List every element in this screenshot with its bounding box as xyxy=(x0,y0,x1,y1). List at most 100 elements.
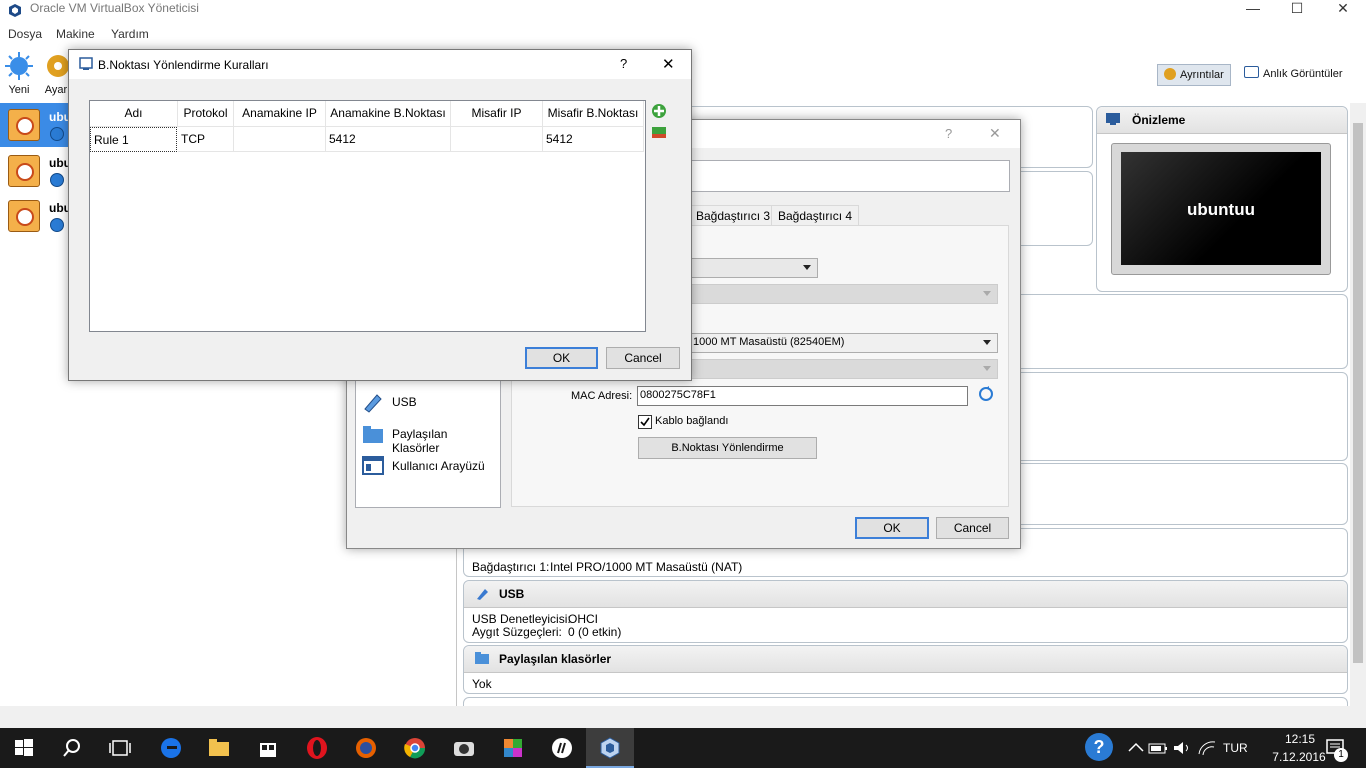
new-vm-button[interactable]: Yeni xyxy=(3,51,35,96)
attached-to-select[interactable] xyxy=(690,258,818,278)
search-icon[interactable] xyxy=(60,736,84,760)
new-label: Yeni xyxy=(8,84,30,96)
help-tray-icon[interactable]: ? xyxy=(1084,732,1114,762)
table-cell[interactable]: 5412 xyxy=(326,127,451,152)
snapshots-tool-button[interactable]: Anlık Görüntüler xyxy=(1238,64,1348,84)
minimize-button[interactable]: — xyxy=(1230,0,1276,22)
usb-filters-value: 0 (0 etkin) xyxy=(568,625,622,639)
hp-icon[interactable] xyxy=(550,736,574,760)
sidebar-label: Kullanıcı Arayüzü xyxy=(392,459,485,473)
shared-value: Yok xyxy=(472,677,492,691)
column-header[interactable]: Adı xyxy=(90,101,178,127)
menu-machine[interactable]: Makine xyxy=(56,27,95,41)
notification-badge: 1 xyxy=(1334,748,1348,762)
wifi-icon[interactable] xyxy=(1195,736,1219,760)
add-rule-icon[interactable] xyxy=(650,102,668,120)
power-state-icon xyxy=(50,218,64,232)
port-forwarding-button[interactable]: B.Noktası Yönlendirme xyxy=(638,437,817,459)
windows-start-icon[interactable] xyxy=(12,736,36,760)
preview-frame: ubuntuu xyxy=(1111,143,1331,275)
settings-ok-button[interactable]: OK xyxy=(855,517,929,539)
task-view-icon[interactable] xyxy=(108,736,132,760)
usb-icon xyxy=(477,589,488,600)
column-header[interactable]: Protokol xyxy=(178,101,234,127)
preview-title: Önizleme xyxy=(1132,113,1186,127)
virtualbox-taskbar-button[interactable] xyxy=(586,728,634,768)
file-explorer-icon[interactable] xyxy=(207,736,231,760)
opera-icon[interactable] xyxy=(305,736,329,760)
rules-table: Adı Protokol Anamakine IP Anamakine B.No… xyxy=(89,100,646,332)
chevron-up-icon[interactable] xyxy=(1124,736,1148,760)
ubuntu-vm-icon xyxy=(8,155,40,187)
column-header[interactable]: Anamakine IP xyxy=(234,101,326,127)
language-indicator[interactable]: TUR xyxy=(1223,741,1248,755)
column-header[interactable]: Misafir B.Noktası xyxy=(543,101,644,127)
maximize-button[interactable]: ☐ xyxy=(1274,0,1320,22)
shared-header: Paylaşılan klasörler xyxy=(464,646,1347,673)
store-icon[interactable] xyxy=(256,736,280,760)
details-tool-button[interactable]: Ayrıntılar xyxy=(1157,64,1231,86)
gear-icon xyxy=(1164,68,1176,80)
tab-adapter-4[interactable]: Bağdaştırıcı 4 xyxy=(771,205,860,226)
settings-search-field[interactable] xyxy=(687,160,1010,192)
details-section-shared: Paylaşılan klasörler Yok xyxy=(463,645,1348,694)
preview-header: Önizleme xyxy=(1097,107,1347,134)
sidebar-item-user-interface[interactable]: Kullanıcı Arayüzü xyxy=(362,455,492,477)
menu-file[interactable]: Dosya xyxy=(8,27,42,41)
folder-icon xyxy=(475,652,489,664)
chrome-icon[interactable] xyxy=(403,736,427,760)
remove-rule-icon[interactable] xyxy=(650,124,668,142)
chevron-down-icon xyxy=(983,366,991,371)
ubuntu-vm-icon xyxy=(8,109,40,141)
table-cell[interactable]: 5412 xyxy=(543,127,644,152)
table-cell[interactable] xyxy=(451,127,543,152)
menu-help[interactable]: Yardım xyxy=(111,27,149,41)
clock-time[interactable]: 12:15 xyxy=(1270,732,1330,746)
scrollbar-thumb[interactable] xyxy=(1353,123,1363,663)
close-button[interactable]: ✕ xyxy=(1320,0,1366,22)
usb-filters-label: Aygıt Süzgeçleri: xyxy=(472,625,562,639)
shared-title: Paylaşılan klasörler xyxy=(499,652,612,666)
paint-app-icon[interactable] xyxy=(501,736,525,760)
battery-icon[interactable] xyxy=(1146,736,1170,760)
settings-help-button[interactable]: ? xyxy=(945,126,952,141)
cable-connected-checkbox[interactable] xyxy=(638,415,652,429)
chevron-down-icon xyxy=(803,265,811,270)
sidebar-item-usb[interactable]: USB xyxy=(362,391,492,413)
adapter-name-select xyxy=(690,284,998,304)
pf-ok-button[interactable]: OK xyxy=(525,347,598,369)
edge-icon[interactable] xyxy=(159,736,183,760)
settings-button[interactable]: Ayar xyxy=(43,51,69,96)
mac-address-input[interactable]: 0800275C78F1 xyxy=(637,386,968,406)
tab-adapter-3[interactable]: Bağdaştırıcı 3 xyxy=(689,205,778,226)
pf-help-button[interactable]: ? xyxy=(620,56,627,71)
ubuntu-vm-icon xyxy=(8,200,40,232)
settings-cancel-button[interactable]: Cancel xyxy=(936,517,1009,539)
table-cell[interactable]: Rule 1 xyxy=(90,127,177,152)
refresh-icon[interactable] xyxy=(978,386,994,402)
settings-sidebar: USB Paylaşılan Klasörler Kullanıcı Arayü… xyxy=(355,380,501,508)
preview-screen: ubuntuu xyxy=(1121,152,1321,265)
pf-cancel-button[interactable]: Cancel xyxy=(606,347,680,369)
statusbar xyxy=(0,706,1366,728)
pf-title: B.Noktası Yönlendirme Kuralları xyxy=(98,58,269,72)
new-sun-icon xyxy=(5,52,33,80)
column-header[interactable]: Misafir IP xyxy=(451,101,543,127)
window-icon xyxy=(79,57,93,70)
window-icon xyxy=(362,456,384,475)
usb-header: USB xyxy=(464,581,1347,608)
column-header[interactable]: Anamakine B.Noktası xyxy=(326,101,451,127)
table-cell[interactable]: TCP xyxy=(178,127,234,152)
main-titlebar: Oracle VM VirtualBox Yöneticisi — ☐ ✕ xyxy=(0,0,1366,22)
camera-app-icon[interactable] xyxy=(452,736,476,760)
sidebar-item-shared-folders[interactable]: Paylaşılan Klasörler xyxy=(362,423,497,455)
settings-close-button[interactable]: ✕ xyxy=(989,125,1001,142)
volume-icon[interactable] xyxy=(1170,736,1194,760)
adapter-type-select[interactable]: 1000 MT Masaüstü (82540EM) xyxy=(690,333,998,353)
details-scrollbar[interactable] xyxy=(1350,103,1366,706)
firefox-icon[interactable] xyxy=(354,736,378,760)
taskbar: ? TUR 12:15 7.12.2016 1 xyxy=(0,728,1366,768)
pf-close-button[interactable]: ✕ xyxy=(662,55,675,73)
svg-text:?: ? xyxy=(1094,737,1105,757)
table-cell[interactable] xyxy=(234,127,326,152)
